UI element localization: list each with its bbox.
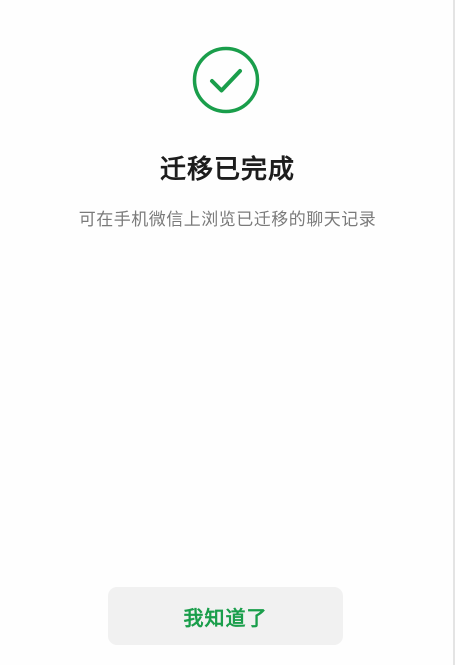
page-title: 迁移已完成 — [159, 155, 295, 185]
status-description: 可在手机微信上浏览已迁移的聊天记录 — [78, 210, 377, 230]
migration-complete-screen: 迁移已完成 可在手机微信上浏览已迁移的聊天记录 我知道了 — [0, 0, 455, 665]
check-circle-icon — [191, 45, 261, 115]
confirm-button[interactable]: 我知道了 — [108, 587, 343, 645]
